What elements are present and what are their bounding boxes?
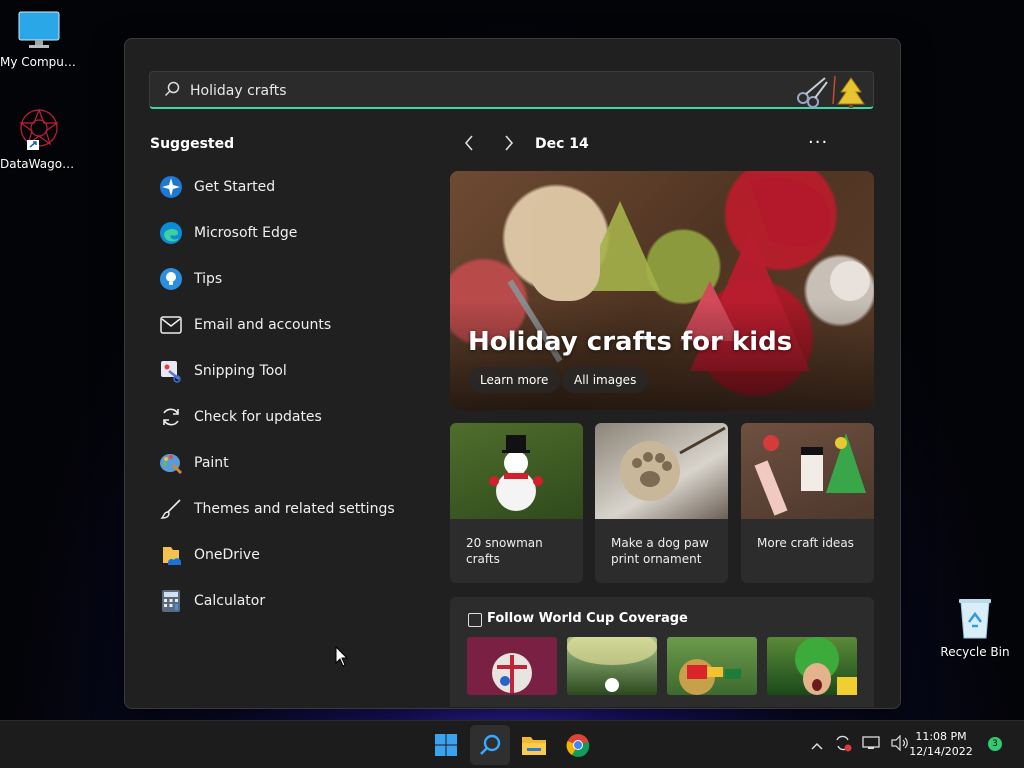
search-panel: Suggested Get Started Microsoft Edge Tip… — [124, 38, 901, 709]
card-text: Make a dog paw print ornament — [611, 536, 709, 566]
file-explorer-button[interactable] — [514, 725, 554, 765]
tips-icon — [158, 266, 184, 292]
suggested-heading: Suggested — [150, 136, 235, 152]
holiday-crafts-deco-icon — [795, 74, 867, 112]
search-icon — [480, 734, 501, 755]
all-images-button[interactable]: All images — [562, 367, 649, 393]
world-cup-card[interactable]: Follow World Cup Coverage — [450, 597, 874, 707]
card-dog-paw-ornament[interactable]: Make a dog paw print ornament — [595, 423, 728, 583]
datawagon-shortcut-icon — [19, 108, 59, 150]
learn-more-button[interactable]: Learn more — [468, 367, 561, 393]
clock-date: 12/14/2022 — [909, 745, 973, 758]
suggested-item-label: Paint — [194, 455, 229, 471]
world-cup-thumb-fan[interactable] — [767, 637, 857, 695]
start-button[interactable] — [426, 725, 466, 765]
suggested-item-paint[interactable]: Paint — [158, 440, 428, 486]
edge-icon — [158, 220, 184, 246]
card-text: 20 snowman crafts — [466, 536, 543, 566]
suggested-item-onedrive[interactable]: OneDrive — [158, 532, 428, 578]
paw-ornament-image — [595, 423, 728, 519]
suggested-item-check-for-updates[interactable]: Check for updates — [158, 394, 428, 440]
craft-ideas-image — [741, 423, 874, 519]
suggested-item-label: OneDrive — [194, 547, 260, 563]
brush-icon — [158, 496, 184, 522]
clock-time: 11:08 PM — [915, 730, 967, 743]
paint-icon — [158, 450, 184, 476]
suggested-item-label: Snipping Tool — [194, 363, 287, 379]
suggested-item-label: Microsoft Edge — [194, 225, 298, 241]
recycle-bin-icon — [959, 599, 991, 639]
suggested-item-email-and-accounts[interactable]: Email and accounts — [158, 302, 428, 348]
monitor-icon — [18, 11, 60, 48]
suggested-item-label: Check for updates — [194, 409, 322, 425]
suggested-item-get-started[interactable]: Get Started — [158, 164, 428, 210]
previous-arrow-icon[interactable] — [463, 134, 475, 157]
chevron-up-icon[interactable] — [810, 736, 824, 755]
highlights-date: Dec 14 — [535, 136, 589, 152]
system-tray — [810, 721, 908, 768]
suggested-list: Get Started Microsoft Edge Tips Email an… — [158, 164, 428, 624]
more-options-button[interactable]: ··· — [808, 132, 828, 153]
search-icon — [164, 81, 180, 101]
snipping-tool-icon — [158, 358, 184, 384]
chrome-button[interactable] — [558, 725, 598, 765]
file-explorer-icon — [522, 737, 546, 755]
chrome-icon — [566, 734, 590, 757]
suggested-item-snipping-tool[interactable]: Snipping Tool — [158, 348, 428, 394]
mouse-cursor-icon — [335, 646, 349, 667]
notification-badge[interactable]: 3 — [988, 737, 1002, 751]
world-cup-thumb-stadium[interactable] — [567, 629, 657, 695]
taskbar-clock[interactable]: 11:08 PM 12/14/2022 — [906, 729, 976, 759]
mail-icon — [158, 312, 184, 338]
desktop-icon-label: My Computer — [0, 55, 78, 69]
snowman-image — [450, 423, 583, 519]
card-text: More craft ideas — [757, 536, 854, 550]
suggested-item-microsoft-edge[interactable]: Microsoft Edge — [158, 210, 428, 256]
taskbar-search-button[interactable] — [470, 725, 510, 765]
suggested-item-tips[interactable]: Tips — [158, 256, 428, 302]
onedrive-icon — [158, 542, 184, 568]
hero-title: Holiday crafts for kids — [468, 327, 793, 357]
desktop-icon-my-computer[interactable]: My Computer — [0, 10, 78, 69]
suggested-item-themes-and-related-settings[interactable]: Themes and related settings — [158, 486, 428, 532]
suggested-item-label: Calculator — [194, 593, 266, 609]
world-cup-thumb-ball[interactable] — [467, 637, 557, 695]
next-arrow-icon[interactable] — [503, 134, 515, 157]
news-icon — [468, 613, 482, 627]
desktop-icon-label: DataWagon... — [0, 157, 78, 171]
suggested-item-label: Tips — [194, 271, 223, 287]
windows-start-icon — [435, 734, 457, 756]
card-snowman-crafts[interactable]: 20 snowman crafts — [450, 423, 583, 583]
calculator-icon — [158, 588, 184, 614]
suggested-item-label: Themes and related settings — [194, 501, 395, 517]
desktop-icon-datawagon[interactable]: DataWagon... — [0, 106, 78, 171]
update-sync-icon[interactable] — [834, 734, 852, 756]
suggested-item-calculator[interactable]: Calculator — [158, 578, 428, 624]
suggested-item-label: Email and accounts — [194, 317, 332, 333]
network-icon[interactable] — [862, 735, 880, 755]
card-more-craft-ideas[interactable]: More craft ideas — [741, 423, 874, 583]
search-input[interactable] — [188, 72, 792, 110]
get-started-icon — [158, 174, 184, 200]
hero-card[interactable]: Holiday crafts for kids Learn more All i… — [450, 171, 874, 410]
world-cup-thumb-flags[interactable] — [667, 637, 757, 695]
world-cup-title: Follow World Cup Coverage — [487, 611, 688, 626]
search-box[interactable] — [149, 71, 874, 112]
refresh-icon — [158, 404, 184, 430]
taskbar: 11:08 PM 12/14/2022 — [0, 720, 1024, 768]
desktop-icon-recycle-bin[interactable]: Recycle Bin — [936, 596, 1014, 659]
desktop-icon-label: Recycle Bin — [940, 645, 1010, 659]
suggested-item-label: Get Started — [194, 179, 276, 195]
highlights-nav: Dec 14 ··· — [455, 132, 873, 157]
